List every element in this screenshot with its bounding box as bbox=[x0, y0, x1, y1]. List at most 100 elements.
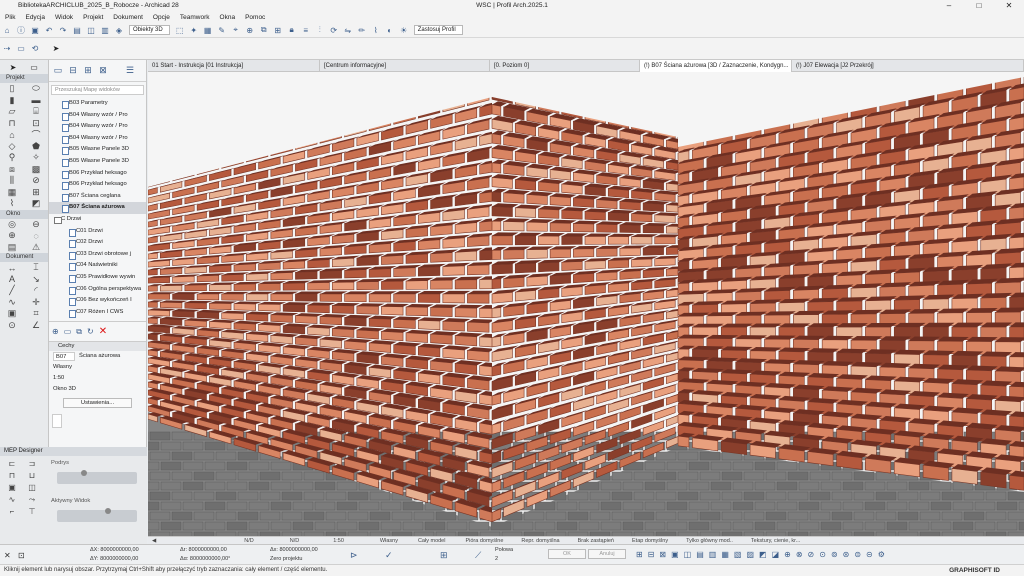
opening-icon[interactable]: ⊘ bbox=[24, 175, 48, 187]
tee-icon[interactable]: ⊤ bbox=[22, 507, 42, 519]
cable-tray-icon[interactable]: ⊓ bbox=[2, 471, 22, 483]
flexible-icon[interactable]: ∿ bbox=[2, 495, 22, 507]
tab-elevation[interactable]: (!) J07 Elewacja [J2 Przekrój] bbox=[792, 60, 1024, 72]
viewbar-item[interactable]: Tylko główny mod.. bbox=[682, 537, 737, 544]
menu-dokument[interactable]: Dokument bbox=[108, 12, 148, 23]
level-icon[interactable]: ⌶ bbox=[24, 262, 48, 274]
viewbar-item[interactable]: Repr. domyślna bbox=[517, 537, 563, 544]
elevation-icon[interactable]: ▥ bbox=[99, 25, 111, 36]
cwall-frame-icon[interactable]: ▦ bbox=[0, 187, 24, 199]
elbow-icon[interactable]: ⌐ bbox=[2, 507, 22, 519]
new-folder-icon[interactable]: ▭ bbox=[64, 327, 72, 336]
property-id[interactable]: B07 bbox=[53, 352, 75, 361]
polyline-icon[interactable]: ⌇ bbox=[0, 198, 24, 210]
routing-icon[interactable]: ⤳ bbox=[22, 495, 42, 507]
undo-icon[interactable]: ↶ bbox=[43, 25, 55, 36]
graphisoft-id[interactable]: GRAPHISOFT ID bbox=[949, 567, 1000, 574]
toolbox-section-document[interactable]: Dokument bbox=[0, 253, 48, 262]
apply-profile-combo[interactable]: Zastosuj Profil bbox=[413, 25, 463, 35]
home-icon[interactable]: ⌂ bbox=[1, 25, 13, 36]
morph-icon[interactable]: ⬟ bbox=[24, 141, 48, 153]
clone-icon[interactable]: ⧉ bbox=[76, 327, 82, 337]
tree-item[interactable]: B05 Własne Panele 3D bbox=[49, 144, 146, 156]
zone-icon[interactable]: ▩ bbox=[24, 164, 48, 176]
new-view-icon[interactable]: ⊕ bbox=[52, 327, 59, 336]
view-filter-combo[interactable]: Obiekty 3D bbox=[129, 25, 170, 35]
stair-icon[interactable]: ⌸ bbox=[24, 106, 48, 118]
settings-button[interactable]: Ustawienia... bbox=[63, 398, 132, 408]
roof-icon[interactable]: ⌂ bbox=[0, 129, 24, 141]
distribute-icon[interactable]: ⫶ bbox=[314, 25, 326, 36]
line-icon[interactable]: ╱ bbox=[0, 285, 24, 297]
lock-icon[interactable]: ⊡ bbox=[18, 551, 25, 560]
viewbar-item[interactable]: N/D bbox=[240, 537, 257, 544]
text-icon[interactable]: A bbox=[0, 274, 24, 286]
marquee-tool-icon[interactable]: ▭ bbox=[28, 62, 40, 73]
half-value[interactable]: 2 bbox=[495, 556, 498, 562]
arrow-tool-icon[interactable]: ➤ bbox=[50, 43, 62, 54]
menu-projekt[interactable]: Projekt bbox=[78, 12, 108, 23]
tree-item[interactable]: B07 Ściana ceglana bbox=[49, 191, 146, 203]
rotate-icon[interactable]: ⟳ bbox=[328, 25, 340, 36]
viewbar-item[interactable]: N/D bbox=[286, 537, 303, 544]
tree-item[interactable]: B06 Przykład heksago bbox=[49, 179, 146, 191]
quick-options-icons[interactable]: ⊞⊟⊠▣◫▤▥▦▧▨◩◪⊕⊗⊘⊙⊚⊛⊜⊝⚙ bbox=[636, 550, 890, 559]
update-icon[interactable]: ↻ bbox=[87, 327, 94, 336]
maximize-icon[interactable]: □ bbox=[964, 0, 994, 12]
detail-icon[interactable]: ◌ bbox=[24, 230, 48, 242]
snap-icon[interactable]: ⊕ bbox=[244, 25, 256, 36]
tree-item[interactable]: B04 Własny wzór / Pro bbox=[49, 133, 146, 145]
info-icon[interactable]: ⓘ bbox=[15, 25, 27, 36]
layer-icon[interactable]: ▦ bbox=[202, 25, 214, 36]
redo-icon[interactable]: ↷ bbox=[57, 25, 69, 36]
delete-icon[interactable]: ✕ bbox=[99, 326, 107, 337]
skylight-icon[interactable]: ◇ bbox=[0, 141, 24, 153]
section-tool-icon[interactable]: ⊖ bbox=[24, 219, 48, 231]
tree-item[interactable]: C06 Ogólna perspektywa bbox=[49, 284, 146, 296]
viewbar-item[interactable]: Tekstury, cienie, kr... bbox=[747, 537, 804, 544]
pen-icon[interactable]: ✎ bbox=[216, 25, 228, 36]
layout-book-icon[interactable]: ⊞ bbox=[82, 65, 94, 77]
viewbar-item[interactable]: Własny bbox=[376, 537, 402, 544]
navigator-search-input[interactable]: Przeszukaj Mapę widoków bbox=[51, 85, 144, 95]
tree-item[interactable]: C05 Prawidłowe wywin bbox=[49, 272, 146, 284]
angle-dim-icon[interactable]: ∠ bbox=[24, 320, 48, 332]
preview-checkbox[interactable] bbox=[52, 414, 62, 428]
pencil-icon[interactable]: ✏ bbox=[356, 25, 368, 36]
marquee-icon[interactable]: ▭ bbox=[15, 43, 27, 54]
magic-wand-icon[interactable]: ✦ bbox=[188, 25, 200, 36]
change-icon[interactable]: ⚠ bbox=[24, 242, 48, 254]
cancel-icon[interactable]: ✕ bbox=[4, 551, 11, 560]
toolbox-section-project[interactable]: Projekt bbox=[0, 74, 48, 83]
tree-item[interactable]: B06 Przykład heksago bbox=[49, 168, 146, 180]
shell-icon[interactable]: ⌒ bbox=[24, 129, 48, 141]
mirror-icon[interactable]: ⇋ bbox=[342, 25, 354, 36]
eyedropper-icon[interactable]: ⌇ bbox=[370, 25, 382, 36]
tree-item[interactable]: B04 Własny wzór / Pro bbox=[49, 110, 146, 122]
tree-item[interactable]: C01 Drzwi bbox=[49, 226, 146, 238]
tree-item[interactable]: B04 Własny wzór / Pro bbox=[49, 121, 146, 133]
check-icon[interactable]: ✓ bbox=[385, 550, 393, 561]
mep-header[interactable]: MEP Designer bbox=[0, 447, 147, 456]
measure-icon[interactable]: ⟋ bbox=[475, 550, 481, 561]
minimize-icon[interactable]: – bbox=[934, 0, 964, 12]
tab-start[interactable]: 01 Start - Instrukcja [01 Instrukcja] bbox=[148, 60, 320, 72]
tree-item[interactable]: B03 Parametry bbox=[49, 98, 146, 110]
save-icon[interactable]: ▣ bbox=[29, 25, 41, 36]
project-zero[interactable]: Zero projektu bbox=[270, 556, 302, 562]
viewbar-item[interactable]: Cały model bbox=[414, 537, 450, 544]
grid-icon[interactable]: ⊞ bbox=[24, 187, 48, 199]
drawing-icon[interactable]: ⌗ bbox=[24, 308, 48, 320]
cancel-button[interactable]: Anuluj bbox=[588, 549, 626, 559]
properties-header[interactable]: Cechy bbox=[49, 342, 146, 351]
tab-info-center[interactable]: [Centrum informacyjne] bbox=[320, 60, 490, 72]
spline-icon[interactable]: ∿ bbox=[0, 297, 24, 309]
worksheet-icon[interactable]: ▤ bbox=[0, 242, 24, 254]
tree-folder[interactable]: C Drzwi bbox=[49, 214, 146, 226]
tab-floor-plan[interactable]: [0. Poziom 0] bbox=[490, 60, 640, 72]
figure-icon[interactable]: ▣ bbox=[0, 308, 24, 320]
menu-plik[interactable]: Plik bbox=[0, 12, 20, 23]
duct-icon[interactable]: ⊏ bbox=[2, 459, 22, 471]
viewbar-item[interactable]: Etap domyślny bbox=[628, 537, 672, 544]
column-icon[interactable]: ▮ bbox=[0, 95, 24, 107]
